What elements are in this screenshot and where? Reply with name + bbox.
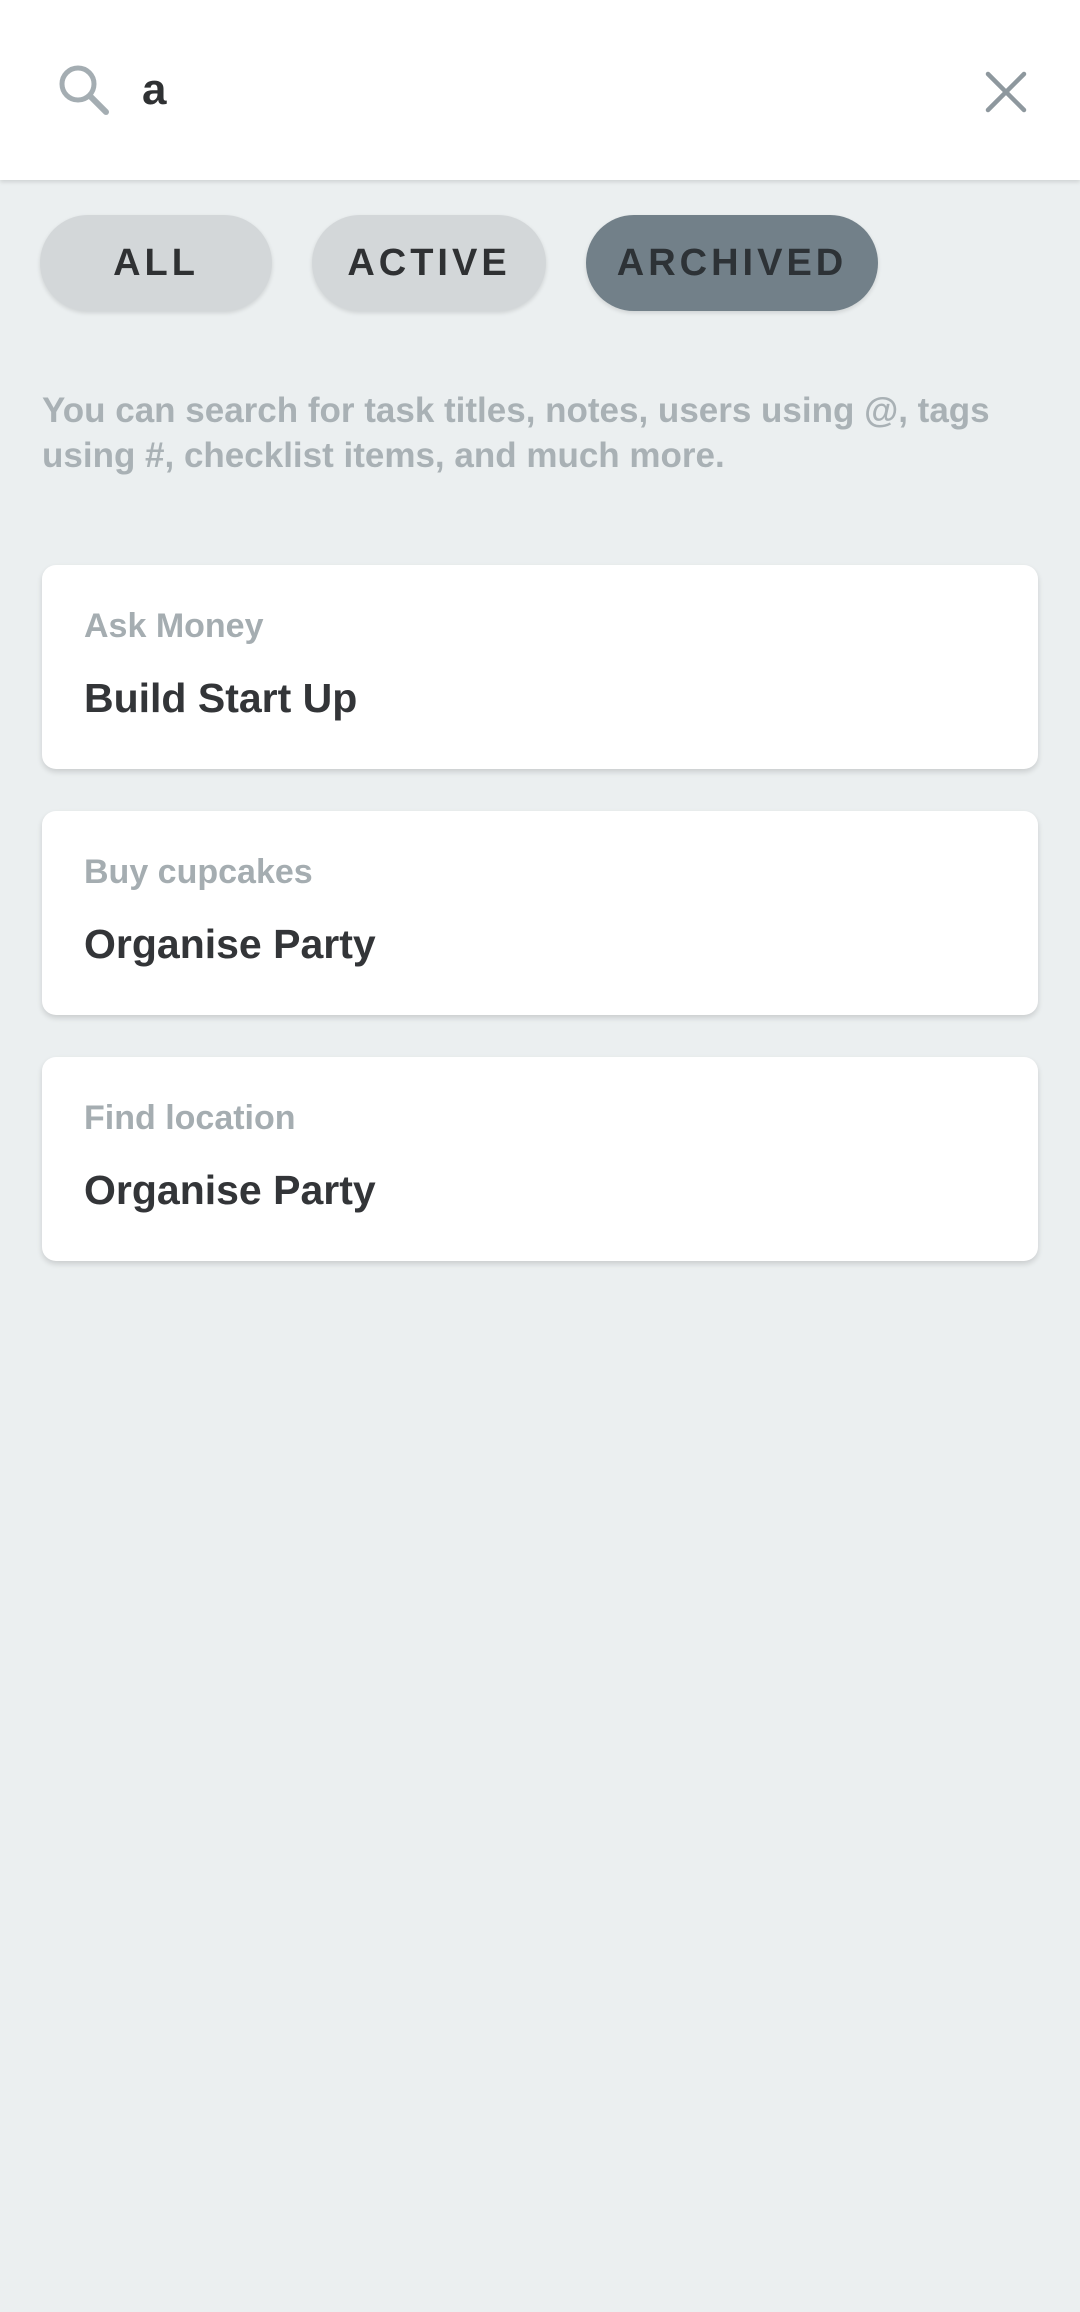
result-card[interactable]: Buy cupcakes Organise Party bbox=[42, 811, 1038, 1015]
result-card-subtitle: Find location bbox=[84, 1099, 296, 1137]
search-input[interactable] bbox=[142, 54, 942, 126]
result-card-subtitle: Buy cupcakes bbox=[84, 853, 313, 891]
filter-all-button[interactable]: ALL bbox=[40, 215, 272, 311]
result-card-title: Build Start Up bbox=[84, 675, 358, 721]
result-card[interactable]: Ask Money Build Start Up bbox=[42, 565, 1038, 769]
result-card-title: Organise Party bbox=[84, 921, 376, 967]
result-card[interactable]: Find location Organise Party bbox=[42, 1057, 1038, 1261]
search-bar bbox=[0, 0, 1080, 180]
filter-archived-button[interactable]: ARCHIVED bbox=[586, 215, 878, 311]
result-card-title: Organise Party bbox=[84, 1167, 376, 1213]
search-hint: You can search for task titles, notes, u… bbox=[42, 391, 990, 475]
filter-active-button[interactable]: ACTIVE bbox=[312, 215, 546, 311]
search-icon bbox=[59, 65, 109, 115]
result-card-subtitle: Ask Money bbox=[84, 607, 264, 645]
filter-tabs: ALL ACTIVE ARCHIVED bbox=[40, 215, 878, 311]
close-icon[interactable] bbox=[980, 66, 1032, 118]
